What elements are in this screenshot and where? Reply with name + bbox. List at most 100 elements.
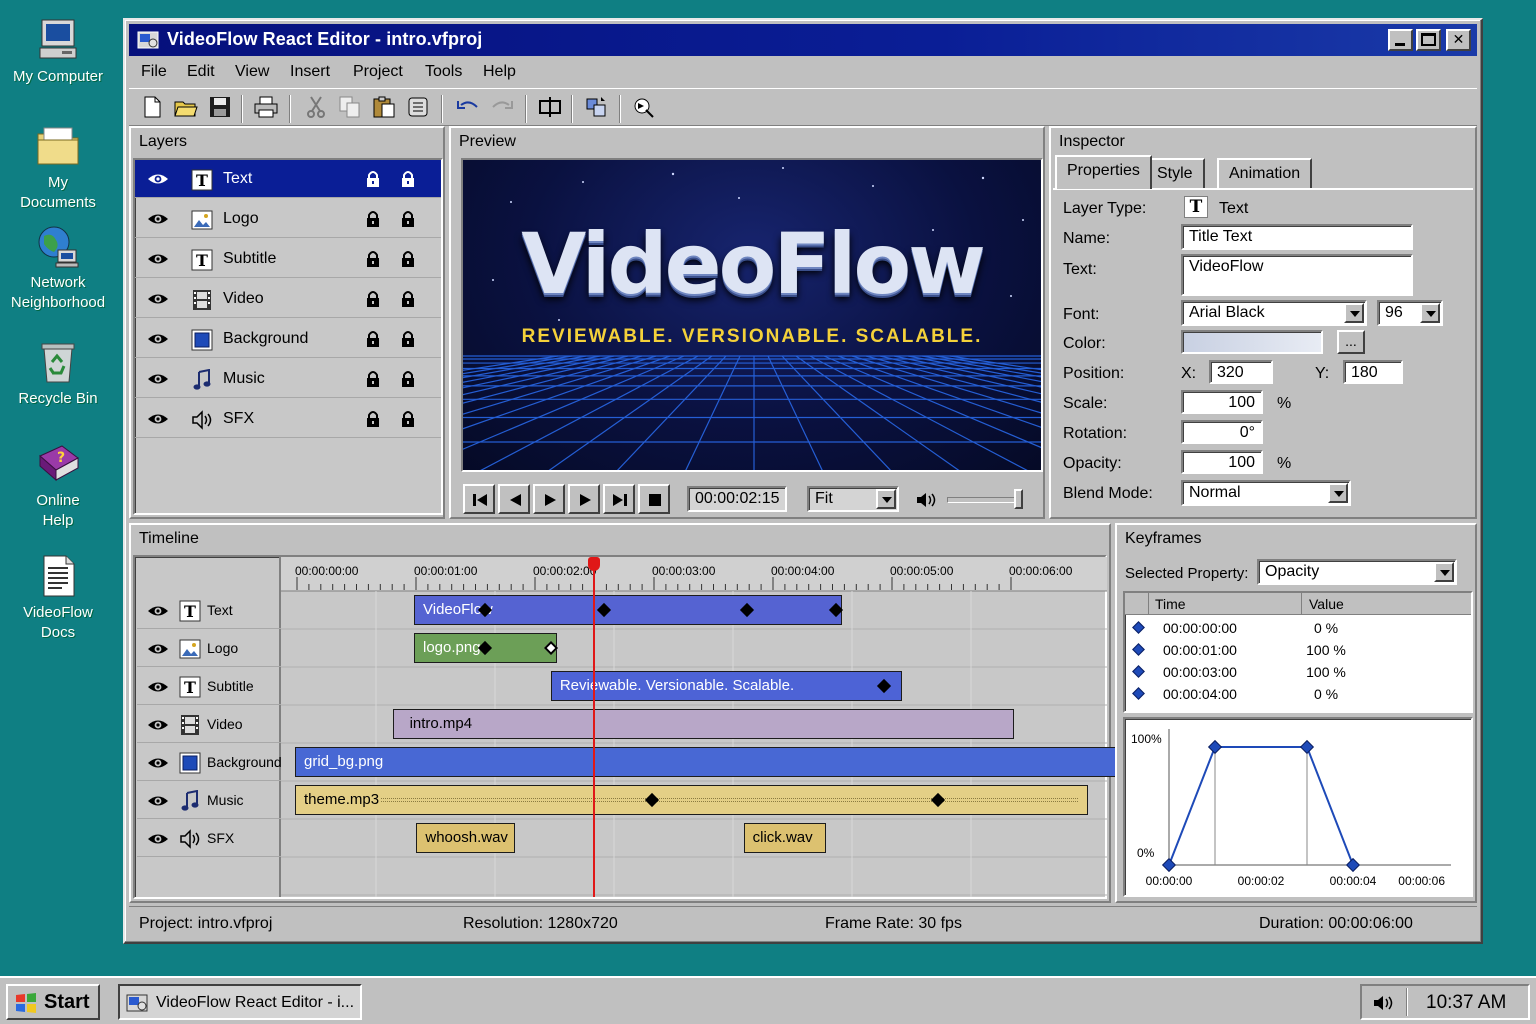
- track-header-music[interactable]: Music: [137, 781, 281, 819]
- menu-view[interactable]: View: [235, 63, 269, 81]
- visibility-eye-icon[interactable]: [147, 755, 169, 771]
- lock-icon[interactable]: [365, 410, 381, 428]
- preview-canvas[interactable]: VideoFlow REVIEWABLE. VERSIONABLE. SCALA…: [461, 158, 1043, 472]
- color-swatch[interactable]: [1181, 330, 1323, 354]
- visibility-eye-icon[interactable]: [147, 603, 169, 619]
- layer-row-logo[interactable]: Logo: [135, 200, 441, 238]
- desktop-icon-online-help[interactable]: ? Online Help: [8, 440, 108, 531]
- new-button[interactable]: [139, 95, 167, 121]
- lock-icon[interactable]: [400, 330, 416, 348]
- visibility-eye-icon[interactable]: [147, 679, 169, 695]
- step-back-button[interactable]: [498, 484, 530, 514]
- undo-button[interactable]: [455, 95, 483, 121]
- redo-button[interactable]: [489, 95, 517, 121]
- volume-slider-thumb[interactable]: [1014, 489, 1023, 509]
- copy-button[interactable]: [337, 95, 365, 121]
- track-header-text[interactable]: T Text: [137, 591, 281, 629]
- menu-tools[interactable]: Tools: [425, 63, 462, 81]
- visibility-eye-icon[interactable]: [147, 411, 169, 427]
- playhead[interactable]: [592, 561, 595, 897]
- scale-field[interactable]: 100: [1181, 390, 1263, 414]
- step-forward-button[interactable]: [568, 484, 600, 514]
- visibility-eye-icon[interactable]: [147, 251, 169, 267]
- cut-button[interactable]: [303, 95, 331, 121]
- clip-subtitle[interactable]: Reviewable. Versionable. Scalable.: [550, 671, 902, 701]
- zoom-select[interactable]: Fit: [807, 486, 899, 512]
- keyframe-row[interactable]: 00:00:01:00 100 %: [1125, 639, 1471, 661]
- start-button[interactable]: Start: [6, 984, 100, 1020]
- blend-mode-select[interactable]: Normal: [1181, 480, 1351, 506]
- clock[interactable]: 10:37 AM: [1426, 992, 1506, 1014]
- tab-animation[interactable]: Animation: [1217, 158, 1313, 188]
- lock-icon[interactable]: [365, 210, 381, 228]
- visibility-eye-icon[interactable]: [147, 291, 169, 307]
- lock-icon[interactable]: [400, 170, 416, 188]
- desktop-icon-my-computer[interactable]: My Computer: [8, 16, 108, 87]
- volume-slider[interactable]: [947, 489, 1023, 509]
- visibility-eye-icon[interactable]: [147, 831, 169, 847]
- go-to-start-button[interactable]: [463, 484, 495, 514]
- column-header-value[interactable]: Value: [1309, 596, 1344, 612]
- menu-project[interactable]: Project: [353, 63, 403, 81]
- rotation-field[interactable]: 0°: [1181, 420, 1263, 444]
- desktop-icon-network-neighborhood[interactable]: Network Neighborhood: [8, 222, 108, 313]
- font-size-select[interactable]: 96: [1377, 300, 1443, 326]
- column-header-time[interactable]: Time: [1155, 596, 1186, 612]
- text-field[interactable]: VideoFlow: [1181, 254, 1413, 296]
- lock-icon[interactable]: [365, 330, 381, 348]
- keyframe-graph[interactable]: 100% 0% 00:00:00 00:00:02 00:00:04 00:00:06: [1123, 717, 1473, 897]
- play-button[interactable]: [533, 484, 565, 514]
- clip-sfx2[interactable]: click.wav: [743, 823, 826, 853]
- transform-button[interactable]: [583, 95, 611, 121]
- position-y-field[interactable]: 180: [1343, 360, 1403, 384]
- lock-icon[interactable]: [365, 290, 381, 308]
- tab-style[interactable]: Style: [1145, 158, 1205, 188]
- lock-icon[interactable]: [400, 250, 416, 268]
- font-select[interactable]: Arial Black: [1181, 300, 1367, 326]
- lock-icon[interactable]: [400, 290, 416, 308]
- lock-icon[interactable]: [400, 210, 416, 228]
- menu-insert[interactable]: Insert: [290, 63, 330, 81]
- position-x-field[interactable]: 320: [1209, 360, 1273, 384]
- clip-background[interactable]: grid_bg.png: [295, 747, 1117, 777]
- split-button[interactable]: [537, 95, 565, 121]
- clipboard-options-button[interactable]: [405, 95, 433, 121]
- print-button[interactable]: [253, 95, 281, 121]
- taskbar-window-button[interactable]: VideoFlow React Editor - i...: [118, 984, 362, 1020]
- maximize-button[interactable]: [1416, 29, 1441, 51]
- menu-file[interactable]: File: [141, 63, 167, 81]
- open-button[interactable]: [173, 95, 201, 121]
- timecode-display[interactable]: 00:00:02:15: [687, 486, 787, 512]
- go-to-end-button[interactable]: [603, 484, 635, 514]
- layer-row-video[interactable]: Video: [135, 280, 441, 318]
- track-header-logo[interactable]: Logo: [137, 629, 281, 667]
- visibility-eye-icon[interactable]: [147, 717, 169, 733]
- desktop-icon-videoflow-docs[interactable]: VideoFlow Docs: [8, 552, 108, 643]
- keyframe-row[interactable]: 00:00:00:00 0 %: [1125, 617, 1471, 639]
- visibility-eye-icon[interactable]: [147, 211, 169, 227]
- track-header-subtitle[interactable]: T Subtitle: [137, 667, 281, 705]
- lock-icon[interactable]: [365, 370, 381, 388]
- lock-icon[interactable]: [400, 370, 416, 388]
- volume-icon[interactable]: [1372, 993, 1396, 1013]
- layer-row-text[interactable]: T Text: [135, 160, 441, 198]
- lock-icon[interactable]: [365, 250, 381, 268]
- clip-sfx1[interactable]: whoosh.wav: [416, 823, 516, 853]
- selected-property-select[interactable]: Opacity: [1257, 559, 1457, 585]
- render-button[interactable]: [631, 95, 659, 121]
- keyframe-row[interactable]: 00:00:03:00 100 %: [1125, 661, 1471, 683]
- save-button[interactable]: [207, 95, 235, 121]
- color-picker-button[interactable]: ...: [1337, 330, 1365, 354]
- desktop-icon-recycle-bin[interactable]: Recycle Bin: [8, 338, 108, 409]
- name-field[interactable]: Title Text: [1181, 224, 1413, 250]
- volume-icon[interactable]: [915, 490, 937, 510]
- visibility-eye-icon[interactable]: [147, 793, 169, 809]
- menu-edit[interactable]: Edit: [187, 63, 215, 81]
- stop-button[interactable]: [638, 484, 670, 514]
- tab-properties[interactable]: Properties: [1055, 155, 1152, 189]
- minimize-button[interactable]: [1388, 29, 1413, 51]
- menu-help[interactable]: Help: [483, 63, 516, 81]
- layer-row-background[interactable]: Background: [135, 320, 441, 358]
- playhead-handle[interactable]: [587, 557, 600, 571]
- track-header-video[interactable]: Video: [137, 705, 281, 743]
